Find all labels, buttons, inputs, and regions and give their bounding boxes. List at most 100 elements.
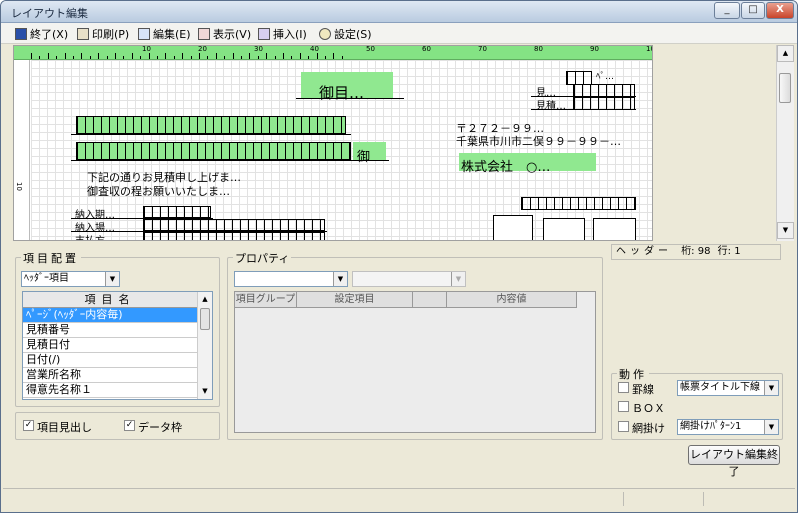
section-name: ヘッダー — [616, 246, 672, 257]
ruler-number: 80 — [534, 45, 543, 53]
ruler-tick — [106, 56, 108, 59]
menu-bar: 終了(X) 印刷(P) 編集(E) 表示(V) 挿入(I) 設定(S) — [1, 23, 797, 44]
menu-edit-label: 編集(E) — [153, 28, 191, 41]
list-scroll-thumb[interactable] — [200, 308, 210, 330]
delivery-place-field[interactable] — [143, 219, 325, 231]
amikake-value: 網掛けﾊﾟﾀｰﾝ1 — [680, 421, 742, 432]
chevron-down-icon[interactable]: ▼ — [764, 420, 778, 434]
list-item[interactable]: 得意先名称１ — [23, 383, 197, 398]
ruler-tick — [89, 56, 91, 59]
menu-print[interactable]: 印刷(P) — [77, 26, 129, 42]
menu-settings-label: 設定(S) — [334, 28, 372, 41]
maximize-button[interactable]: □ — [741, 2, 765, 19]
menu-print-label: 印刷(P) — [92, 28, 130, 41]
list-item[interactable]: 営業所名称 — [23, 368, 197, 383]
ruler-tick — [215, 53, 217, 59]
list-scroll-down-icon[interactable]: ▼ — [198, 384, 212, 398]
scroll-down-icon[interactable]: ▼ — [777, 222, 794, 239]
item-list-scrollbar[interactable]: ▲ ▼ — [197, 292, 212, 399]
chevron-down-icon[interactable]: ▼ — [333, 272, 347, 286]
canvas-vertical-scrollbar[interactable]: ▲ ▼ — [776, 45, 794, 241]
list-item[interactable]: 日付(/) — [23, 353, 197, 368]
payment-field[interactable] — [143, 232, 325, 240]
keisen-checkbox[interactable] — [618, 382, 629, 393]
menu-insert[interactable]: 挿入(I) — [258, 26, 307, 42]
title-bar: レイアウト編集 _ □ X — [1, 1, 797, 23]
keisen-label: 罫線 — [632, 383, 654, 396]
ruler-tick — [333, 53, 335, 59]
view-icon — [198, 28, 210, 40]
list-item[interactable]: ﾍﾟｰｼﾞ(ﾍｯﾀﾞｰ内容毎) — [23, 308, 197, 323]
company-text: 株式会社 ○… — [461, 160, 551, 175]
ruler-tick — [131, 53, 133, 59]
customer-field-1[interactable] — [76, 116, 346, 134]
item-type-combo[interactable]: ﾍｯﾀﾞｰ項目 ▼ — [21, 271, 120, 287]
customer-field-2[interactable] — [76, 142, 351, 160]
list-item[interactable]: 見積番号 — [23, 323, 197, 338]
ruler-tick — [81, 53, 83, 59]
column-header-blank[interactable] — [413, 292, 447, 308]
ruler-tick — [283, 53, 284, 59]
frame-checkbox[interactable]: ✓ — [124, 420, 135, 431]
box-label: ＢＯＸ — [632, 402, 665, 415]
layout-canvas[interactable]: 10 20 30 40 50 60 70 80 90 100 10 御目… ﾍﾟ… 見… 見積… … — [13, 45, 653, 241]
column-header-value[interactable]: 内容値 — [447, 292, 577, 308]
property-grid[interactable]: 項目グループ 設定項目 内容値 — [234, 291, 596, 433]
ruler-tick — [140, 56, 142, 59]
scroll-up-icon[interactable]: ▲ — [777, 45, 794, 62]
close-button[interactable]: X — [766, 2, 794, 19]
list-scroll-up-icon[interactable]: ▲ — [198, 292, 212, 306]
total-field[interactable] — [521, 197, 636, 210]
property-combo-2[interactable]: ▼ — [352, 271, 466, 287]
stamp-box-2[interactable] — [543, 218, 585, 240]
scrollbar-thumb[interactable] — [779, 73, 791, 103]
ruler-tick — [64, 53, 66, 59]
item-list-header: 項目名 — [23, 292, 197, 308]
menu-view[interactable]: 表示(V) — [198, 26, 251, 42]
minimize-button[interactable]: _ — [714, 2, 740, 19]
ruler-tick — [190, 56, 192, 59]
menu-exit-label: 終了(X) — [30, 28, 69, 41]
chevron-down-icon[interactable]: ▼ — [105, 272, 119, 286]
ruler-tick — [224, 56, 226, 59]
status-separator — [623, 492, 624, 506]
item-placement-label: 項目配置 — [21, 250, 81, 266]
customer-underline-2 — [71, 160, 389, 161]
chevron-down-icon[interactable]: ▼ — [764, 381, 778, 395]
finish-layout-button[interactable]: レイアウト編集終了 — [688, 445, 780, 478]
chevron-down-icon[interactable]: ▼ — [451, 272, 465, 286]
column-header-setting[interactable]: 設定項目 — [297, 292, 413, 308]
mitsumori-underline — [531, 109, 636, 110]
printer-icon — [77, 28, 89, 40]
stamp-box-3[interactable] — [593, 218, 636, 240]
insert-icon — [258, 28, 270, 40]
page-field[interactable] — [566, 71, 592, 85]
stamp-box-1[interactable] — [493, 215, 533, 240]
ruler-tick — [39, 56, 41, 59]
list-item[interactable]: 見積日付 — [23, 338, 197, 353]
delivery-date-field[interactable] — [143, 206, 211, 218]
ruler-tick — [274, 56, 276, 59]
ruler-tick — [165, 53, 167, 59]
ruler-tick — [232, 53, 234, 59]
keisen-combo[interactable]: 帳票タイトル下線 ▼ — [677, 380, 779, 396]
column-header-group[interactable]: 項目グループ — [235, 292, 297, 308]
ruler-number: 40 — [310, 45, 319, 53]
menu-settings[interactable]: 設定(S) — [319, 26, 372, 42]
heading-checkbox[interactable]: ✓ — [23, 420, 34, 431]
ruler-number: 100 — [646, 45, 652, 53]
amikake-checkbox[interactable] — [618, 421, 629, 432]
menu-edit[interactable]: 編集(E) — [138, 26, 191, 42]
ruler-tick — [249, 53, 251, 59]
box-checkbox[interactable] — [618, 401, 629, 412]
amikake-combo[interactable]: 網掛けﾊﾟﾀｰﾝ1 ▼ — [677, 419, 779, 435]
property-combo-1[interactable]: ▼ — [234, 271, 348, 287]
menu-exit[interactable]: 終了(X) — [15, 26, 68, 42]
column-info: 桁: 98 — [681, 246, 711, 257]
ruler-tick — [73, 56, 74, 59]
ruler-tick — [325, 56, 326, 59]
item-list[interactable]: 項目名 ﾍﾟｰｼﾞ(ﾍｯﾀﾞｰ内容毎) 見積番号 見積日付 日付(/) 営業所名… — [22, 291, 213, 400]
ruler-tick — [308, 56, 310, 59]
keisen-value: 帳票タイトル下線 — [680, 382, 760, 393]
ruler-tick — [257, 56, 259, 59]
